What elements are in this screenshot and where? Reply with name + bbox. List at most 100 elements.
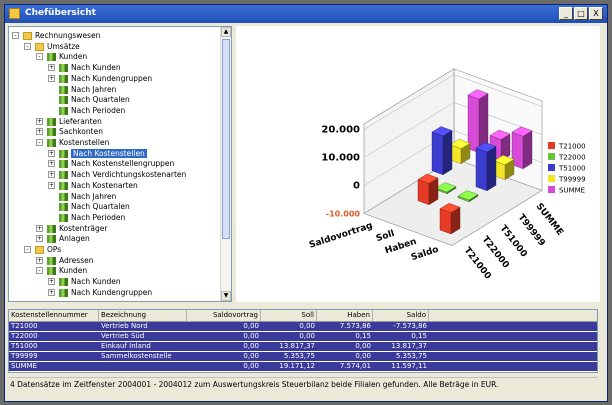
table-row[interactable]: T99999 Sammelkostenstelle 0,00 5.353,75 0,00… <box>9 352 597 361</box>
tree-item[interactable]: Nach Quartalen <box>59 201 130 212</box>
column-header[interactable]: Saldovortrag <box>187 310 261 321</box>
tree-item[interactable]: + Lieferanten <box>36 116 102 127</box>
collapse-icon[interactable]: - <box>36 139 43 146</box>
report-icon <box>47 267 56 276</box>
tree-item[interactable]: + Nach Kundengruppen <box>48 73 152 84</box>
title-bar[interactable]: Chefübersicht _ □ X <box>5 5 607 23</box>
tree-item[interactable]: - Rechnungswesen <box>12 30 100 41</box>
collapse-icon[interactable]: - <box>36 53 43 61</box>
expand-icon[interactable]: + <box>48 171 55 179</box>
expand-icon[interactable]: + <box>36 128 43 136</box>
tree-item[interactable]: Nach Jahren <box>59 84 116 95</box>
tree-item-label: Nach Kostenstellen <box>71 148 147 158</box>
maximize-button[interactable]: □ <box>574 7 588 20</box>
legend-swatch <box>548 175 555 182</box>
table-cell: 11.597,11 <box>391 362 427 370</box>
table-row[interactable]: T22000 Vertrieb Süd 0,00 0,00 0,15 0,15 <box>9 332 597 341</box>
table-cell <box>99 362 187 371</box>
report-icon <box>47 235 56 244</box>
tree-item[interactable]: Nach Perioden <box>59 105 125 116</box>
table-row[interactable]: T51000 Einkauf Inland 0,00 13.817,37 0,00 13.… <box>9 342 597 351</box>
expand-icon[interactable]: + <box>48 74 55 82</box>
table-cell: Vertrieb Süd <box>101 332 145 340</box>
tree-item[interactable]: - Kostenstellen <box>36 137 109 148</box>
bar-side <box>486 146 497 192</box>
tree-item-label: Nach Jahren <box>71 84 117 94</box>
tree-item[interactable]: + Nach Kundengruppen <box>48 287 153 298</box>
folder-icon <box>23 32 32 40</box>
tree-item-label: Kunden <box>59 266 88 276</box>
tree-item[interactable]: + Nach Kunden <box>48 276 121 287</box>
y-tick-label: -10.000 <box>326 210 361 219</box>
collapse-icon[interactable]: - <box>24 42 31 50</box>
table-row[interactable]: SUMME 0,00 19.171,12 7.574,01 11.597,11 <box>9 362 597 371</box>
collapse-icon[interactable]: - <box>12 32 19 39</box>
tree-item[interactable]: - Kunden <box>36 51 87 62</box>
tree-item[interactable]: Nach Jahren <box>59 191 116 202</box>
tree-item[interactable]: + Nach Kostenarten <box>48 180 138 191</box>
tree-item[interactable]: - Kunden <box>36 265 88 276</box>
expand-icon[interactable]: + <box>36 117 43 125</box>
tree-item[interactable]: - Umsätze <box>24 41 80 52</box>
report-icon <box>59 192 68 201</box>
tree-item[interactable]: + Kostenträger <box>36 223 108 234</box>
close-button[interactable]: X <box>589 7 603 20</box>
expand-icon[interactable]: + <box>36 235 43 243</box>
category-label: Saldovortrag <box>308 221 374 251</box>
table-cell: T21000 <box>11 322 38 330</box>
tree-item[interactable]: + Nach Kostenstellen <box>48 148 147 159</box>
tree-item[interactable]: + Anlagen <box>36 233 90 244</box>
tree-item[interactable]: + Nach Kunden <box>48 62 121 73</box>
expand-icon[interactable]: + <box>36 256 43 264</box>
tree-item-label: Kostenträger <box>59 223 108 233</box>
y-tick-label: 10.000 <box>321 153 360 164</box>
expand-icon[interactable]: + <box>48 64 55 72</box>
scroll-thumb[interactable] <box>222 39 230 239</box>
tree-item[interactable]: - OPs <box>24 244 61 255</box>
collapse-icon[interactable]: - <box>36 267 43 275</box>
tree-item-label: Nach Quartalen <box>71 95 130 105</box>
tree-item-label: Nach Kundengruppen <box>71 287 153 297</box>
tree-item[interactable]: + Nach Kostenstellengruppen <box>48 158 175 169</box>
column-header[interactable]: Kostenstellennummer <box>9 310 99 321</box>
scroll-up-arrow-icon[interactable]: ▲ <box>221 27 231 37</box>
tree-item[interactable]: + Sachkonten <box>36 126 103 137</box>
tree-item[interactable]: + Adressen <box>36 255 93 266</box>
tree-item-label: Nach Kunden <box>71 277 121 287</box>
column-header[interactable]: Bezeichnung <box>99 310 187 321</box>
expand-icon[interactable]: + <box>48 160 55 168</box>
tree-item[interactable]: + Nach Verdichtungskostenarten <box>48 169 187 180</box>
report-icon <box>59 278 68 287</box>
tree-item[interactable]: Nach Quartalen <box>59 94 130 105</box>
report-icon <box>59 96 68 105</box>
tree-item-label: Nach Perioden <box>71 105 126 115</box>
tree-item-label: Anlagen <box>59 234 90 244</box>
column-header[interactable]: Haben <box>317 310 373 321</box>
expand-icon[interactable]: + <box>48 181 55 189</box>
expand-icon[interactable]: + <box>48 149 55 157</box>
legend-label: T99999 <box>558 176 586 184</box>
minimize-button[interactable]: _ <box>559 7 573 20</box>
column-header[interactable]: Soll <box>261 310 317 321</box>
tree-item-label: Nach Kostenstellengruppen <box>71 159 175 169</box>
table-cell: 0,00 <box>299 322 315 330</box>
data-table[interactable]: Kostenstellennummer Bezeichnung Saldovortr… <box>8 309 598 373</box>
expand-icon[interactable]: + <box>36 224 43 232</box>
tree-item-label: Nach Verdichtungskostenarten <box>71 170 187 180</box>
collapse-icon[interactable]: - <box>24 246 31 253</box>
expand-icon[interactable]: + <box>48 278 55 286</box>
navigation-tree[interactable]: ▲ ▼ - Rechnungswesen - Umsätze - Kunden + Nach … <box>8 26 232 302</box>
folder-icon <box>35 42 44 51</box>
tree-scrollbar[interactable]: ▲ ▼ <box>220 27 231 301</box>
table-cell: Vertrieb Nord <box>101 322 148 330</box>
folder-icon <box>35 246 44 254</box>
report-icon <box>59 149 68 158</box>
scroll-down-arrow-icon[interactable]: ▼ <box>221 291 231 301</box>
table-row[interactable]: T21000 Vertrieb Nord 0,00 0,00 7.573,86 -7.57… <box>9 322 597 331</box>
table-cell: 5.353,75 <box>283 352 315 360</box>
chart-area: -10.000 0 10.000 20.000 Saldovortrag Soll Habe… <box>236 26 600 302</box>
column-header[interactable]: Saldo <box>373 310 429 321</box>
expand-icon[interactable]: + <box>48 288 55 296</box>
table-cell: 0,00 <box>355 342 371 350</box>
tree-item[interactable]: Nach Perioden <box>59 212 125 223</box>
